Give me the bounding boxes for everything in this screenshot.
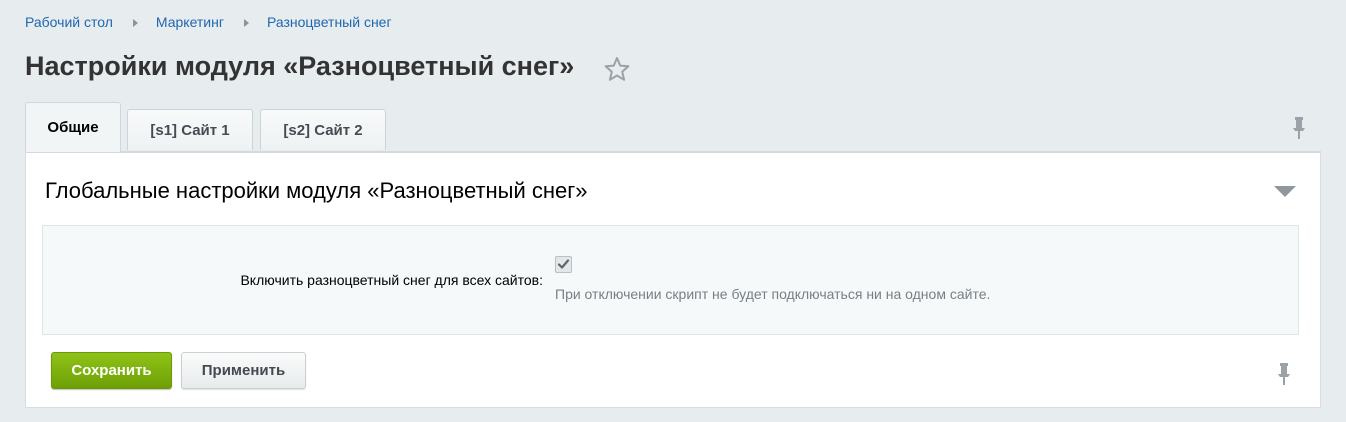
collapse-triangle-icon[interactable] xyxy=(1274,186,1296,197)
enable-snow-hint: При отключении скрипт не будет подключат… xyxy=(555,286,991,302)
enable-snow-label: Включить разноцветный снег для всех сайт… xyxy=(240,272,543,288)
breadcrumb-separator-icon xyxy=(132,18,138,27)
breadcrumb-separator-icon xyxy=(243,18,249,27)
tab-general[interactable]: Общие xyxy=(25,102,121,152)
settings-panel: Глобальные настройки модуля «Разноцветны… xyxy=(25,151,1321,408)
breadcrumb-item-colored-snow[interactable]: Разноцветный снег xyxy=(267,14,392,30)
pin-icon[interactable] xyxy=(1275,362,1293,386)
apply-button[interactable]: Применить xyxy=(181,352,306,389)
breadcrumb-item-desktop[interactable]: Рабочий стол xyxy=(25,14,113,30)
tab-site-s1[interactable]: [s1] Сайт 1 xyxy=(127,109,253,150)
save-button[interactable]: Сохранить xyxy=(51,352,172,389)
tab-site-s2[interactable]: [s2] Сайт 2 xyxy=(260,109,386,150)
settings-box: Включить разноцветный снег для всех сайт… xyxy=(42,225,1299,335)
page-title: Настройки модуля «Разноцветный снег» xyxy=(25,51,575,81)
breadcrumb-item-marketing[interactable]: Маркетинг xyxy=(156,14,224,30)
pin-icon[interactable] xyxy=(1290,116,1308,140)
breadcrumb: Рабочий стол Маркетинг Разноцветный снег xyxy=(25,14,392,30)
section-title: Глобальные настройки модуля «Разноцветны… xyxy=(45,178,588,203)
star-icon[interactable] xyxy=(604,56,630,82)
enable-snow-checkbox[interactable] xyxy=(555,256,572,273)
